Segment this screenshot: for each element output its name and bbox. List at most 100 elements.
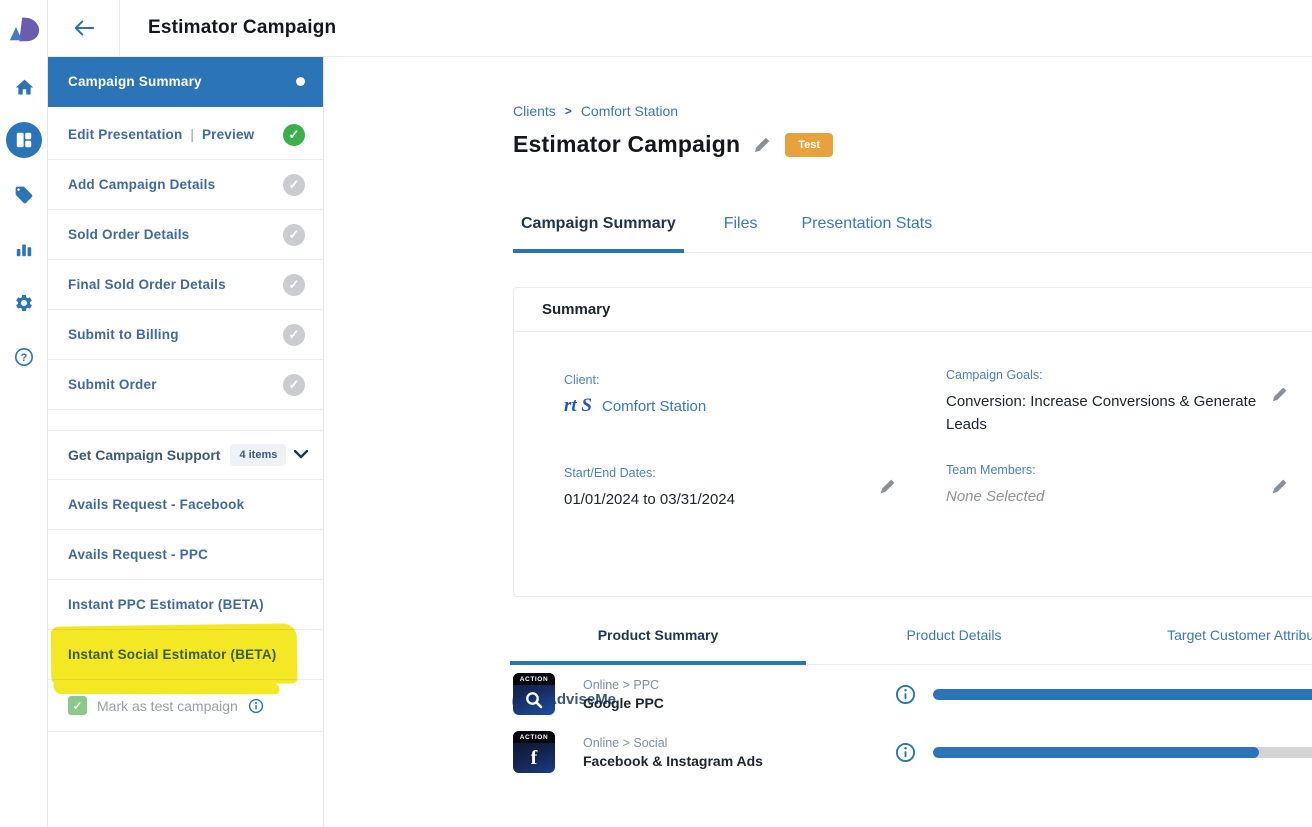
edit-title-pencil-icon[interactable] bbox=[754, 136, 771, 153]
tab-campaign-summary[interactable]: Campaign Summary bbox=[513, 205, 684, 253]
sidebar-item-instant-ppc-estimator[interactable]: Instant PPC Estimator (BETA) bbox=[48, 580, 323, 630]
test-campaign-checkbox[interactable]: ✓ bbox=[68, 696, 87, 715]
client-label: Client: bbox=[564, 373, 894, 387]
check-circle-icon: ✓ bbox=[283, 374, 305, 396]
sidebar-item-submit-order[interactable]: Submit Order ✓ bbox=[48, 360, 323, 410]
sidebar-item-label: Avails Request - Facebook bbox=[68, 497, 244, 512]
icon-rail: ? bbox=[0, 0, 48, 827]
product-texts: Online > Social Facebook & Instagram Ads bbox=[583, 736, 833, 769]
sidebar-item-label: Instant PPC Estimator (BETA) bbox=[68, 597, 264, 612]
progress-bar-google-ppc bbox=[933, 689, 1312, 700]
tag-icon[interactable] bbox=[0, 177, 48, 213]
sidebar-item-sold-order-details[interactable]: Sold Order Details ✓ bbox=[48, 210, 323, 260]
product-name: Google PPC bbox=[583, 695, 833, 711]
sidebar-item-label: Submit Order bbox=[68, 377, 157, 392]
items-count-badge: 4 items bbox=[230, 444, 286, 466]
product-tabs: Product Summary Product Details Target C… bbox=[510, 613, 1312, 665]
breadcrumb-client-link[interactable]: Comfort Station bbox=[581, 103, 678, 119]
action-band: ACTION bbox=[513, 673, 555, 685]
product-name: Facebook & Instagram Ads bbox=[583, 753, 833, 769]
mark-as-test-campaign-row: ✓ Mark as test campaign bbox=[48, 680, 323, 732]
edit-dates-pencil-icon[interactable] bbox=[880, 478, 896, 499]
breadcrumb-separator: > bbox=[565, 104, 572, 118]
get-campaign-support-toggle[interactable]: Get Campaign Support 4 items bbox=[48, 430, 323, 480]
goals-value: Conversion: Increase Conversions & Gener… bbox=[946, 390, 1266, 437]
back-button[interactable] bbox=[48, 0, 120, 56]
progress-fill bbox=[933, 689, 1312, 700]
main-content: Clients > Comfort Station Estimator Camp… bbox=[324, 57, 1312, 827]
home-icon[interactable] bbox=[0, 69, 48, 105]
facebook-icon: f bbox=[513, 743, 555, 773]
check-circle-icon: ✓ bbox=[283, 274, 305, 296]
top-bar: Estimator Campaign bbox=[48, 0, 1312, 57]
sidebar-item-final-sold-order-details[interactable]: Final Sold Order Details ✓ bbox=[48, 260, 323, 310]
action-band: ACTION bbox=[513, 731, 555, 743]
dates-field: Start/End Dates: 01/01/2024 to 03/31/202… bbox=[564, 466, 894, 511]
sidebar-item-label: Instant Social Estimator (BETA) bbox=[68, 647, 276, 662]
sidebar-item-submit-to-billing[interactable]: Submit to Billing ✓ bbox=[48, 310, 323, 360]
test-campaign-label: Mark as test campaign bbox=[97, 698, 238, 714]
tab-product-summary[interactable]: Product Summary bbox=[510, 613, 806, 665]
sidebar-item-label: Sold Order Details bbox=[68, 227, 189, 242]
check-circle-icon: ✓ bbox=[283, 174, 305, 196]
sidebar-gap bbox=[48, 410, 323, 430]
tab-product-details[interactable]: Product Details bbox=[806, 613, 1102, 664]
check-circle-icon: ✓ bbox=[283, 124, 305, 146]
info-icon[interactable] bbox=[895, 742, 916, 763]
window-title: Estimator Campaign bbox=[148, 0, 336, 56]
separator: | bbox=[190, 127, 194, 142]
client-name-link[interactable]: Comfort Station bbox=[602, 398, 706, 415]
info-icon[interactable] bbox=[248, 698, 264, 714]
sidebar-item-avails-request-facebook[interactable]: Avails Request - Facebook bbox=[48, 480, 323, 530]
product-row-google-ppc: ACTION Online > PPC Google PPC bbox=[513, 672, 1312, 716]
tab-presentation-stats[interactable]: Presentation Stats bbox=[798, 205, 937, 252]
support-label: Get Campaign Support bbox=[68, 447, 220, 463]
campaign-steps-sidebar: Campaign Summary Edit Presentation | Pre… bbox=[48, 57, 324, 827]
edit-goals-pencil-icon[interactable] bbox=[1272, 386, 1288, 407]
chevron-down-icon bbox=[293, 446, 309, 464]
svg-text:?: ? bbox=[21, 352, 28, 364]
client-logo: rt S bbox=[564, 395, 592, 417]
sidebar-item-edit-presentation[interactable]: Edit Presentation | Preview ✓ bbox=[48, 110, 323, 160]
app-logo-icon[interactable] bbox=[8, 12, 40, 51]
app-screen: ? Estimator Campaign Campaign Summary Ed… bbox=[0, 0, 1312, 827]
product-row-facebook-instagram: ACTION f Online > Social Facebook & Inst… bbox=[513, 730, 1312, 774]
dashboard-icon[interactable] bbox=[0, 122, 48, 158]
goals-label: Campaign Goals: bbox=[946, 368, 1266, 382]
sidebar-item-campaign-summary[interactable]: Campaign Summary bbox=[48, 57, 323, 107]
sidebar-item-label: Final Sold Order Details bbox=[68, 277, 226, 292]
dashboard-active-circle bbox=[6, 122, 42, 158]
check-circle-icon: ✓ bbox=[283, 324, 305, 346]
sidebar-item-avails-request-ppc[interactable]: Avails Request - PPC bbox=[48, 530, 323, 580]
info-icon[interactable] bbox=[895, 684, 916, 705]
gear-icon[interactable] bbox=[0, 285, 48, 321]
sidebar-item-label: Campaign Summary bbox=[68, 74, 202, 89]
google-ppc-tile: ACTION bbox=[513, 673, 555, 715]
summary-card: Summary Client: rt S Comfort Station Cam… bbox=[513, 287, 1312, 597]
breadcrumb: Clients > Comfort Station bbox=[513, 103, 678, 119]
sidebar-item-instant-social-estimator[interactable]: Instant Social Estimator (BETA) bbox=[48, 630, 323, 680]
progress-fill bbox=[933, 747, 1259, 758]
help-icon[interactable]: ? bbox=[0, 339, 48, 375]
team-members-field: Team Members: None Selected bbox=[946, 463, 1266, 508]
active-dot-indicator bbox=[296, 77, 305, 86]
sidebar-item-label: Add Campaign Details bbox=[68, 177, 215, 192]
bar-chart-icon[interactable] bbox=[0, 231, 48, 267]
breadcrumb-clients-link[interactable]: Clients bbox=[513, 103, 556, 119]
edit-presentation-link[interactable]: Edit Presentation bbox=[68, 127, 182, 142]
tab-target-customer-attributes[interactable]: Target Customer Attributes bbox=[1102, 613, 1312, 664]
test-badge: Test bbox=[785, 133, 833, 157]
progress-bar-facebook-instagram bbox=[933, 747, 1312, 758]
product-texts: Online > PPC Google PPC bbox=[583, 678, 833, 711]
preview-link[interactable]: Preview bbox=[202, 127, 254, 142]
edit-team-pencil-icon[interactable] bbox=[1272, 478, 1288, 499]
campaign-goals-field: Campaign Goals: Conversion: Increase Con… bbox=[946, 368, 1266, 437]
page-title-row: Estimator Campaign Test bbox=[513, 131, 833, 158]
sidebar-item-add-campaign-details[interactable]: Add Campaign Details ✓ bbox=[48, 160, 323, 210]
dates-value: 01/01/2024 to 03/31/2024 bbox=[564, 488, 894, 511]
product-category: Online > Social bbox=[583, 736, 833, 750]
product-category: Online > PPC bbox=[583, 678, 833, 692]
campaign-tabs: Campaign Summary Files Presentation Stat… bbox=[513, 205, 1312, 253]
tab-files[interactable]: Files bbox=[720, 205, 762, 252]
summary-card-title: Summary bbox=[514, 288, 1312, 332]
